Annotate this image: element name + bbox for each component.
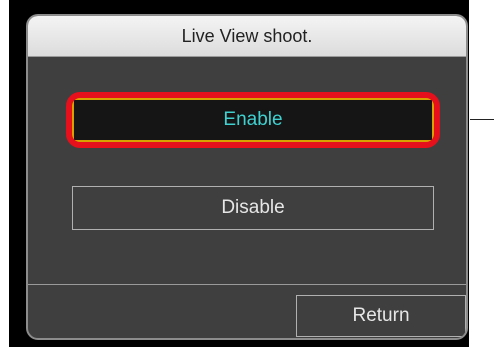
divider [28, 284, 466, 285]
enable-button[interactable]: Enable [72, 98, 434, 142]
return-button[interactable]: Return [296, 295, 466, 337]
disable-button[interactable]: Disable [72, 186, 434, 230]
callout-leader-line [470, 119, 494, 120]
menu-title: Live View shoot. [28, 16, 466, 57]
live-view-menu-panel: Live View shoot. Enable Disable Return [26, 14, 468, 340]
